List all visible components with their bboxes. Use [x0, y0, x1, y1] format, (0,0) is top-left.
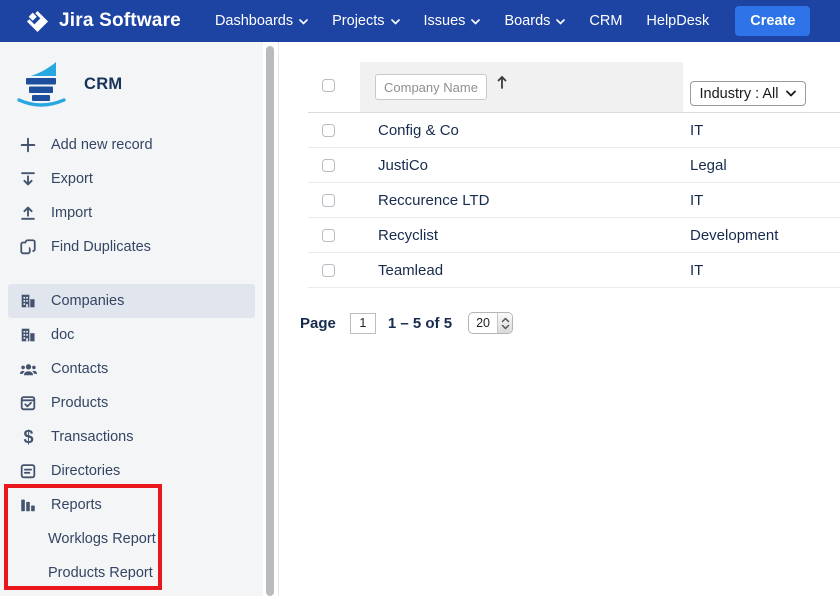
sidebar-item-directories[interactable]: Directories: [8, 454, 255, 488]
company-icon: [18, 325, 38, 345]
duplicates-icon: [18, 237, 38, 257]
chevron-down-icon: [299, 19, 308, 25]
crm-logo-row: CRM: [16, 58, 263, 110]
contacts-icon: [18, 359, 38, 379]
row-checkbox[interactable]: [322, 124, 335, 137]
sidebar-item-transactions[interactable]: $ Transactions: [8, 420, 255, 454]
brand[interactable]: Jira Software: [26, 10, 181, 33]
page-number-input[interactable]: [350, 313, 376, 334]
sidebar-sections: Companies doc Contacts: [0, 284, 263, 590]
pagination-bar: Page 1 – 5 of 5 20: [300, 312, 513, 334]
nav-helpdesk[interactable]: HelpDesk: [634, 7, 721, 35]
row-checkbox[interactable]: [322, 264, 335, 277]
pagination-range-text: 1 – 5 of 5: [388, 315, 452, 332]
nav-issues[interactable]: Issues: [412, 7, 493, 35]
export-icon: [18, 169, 38, 189]
sidebar-item-products[interactable]: Products: [8, 386, 255, 420]
sidebar-item-export[interactable]: Export: [8, 162, 255, 196]
jira-logo-icon: [26, 10, 49, 33]
chevron-down-icon: [556, 19, 565, 25]
sidebar-item-doc[interactable]: doc: [8, 318, 255, 352]
table-row[interactable]: Reccurence LTD IT: [308, 183, 840, 218]
industry-cell: IT: [690, 262, 703, 279]
table-rows: Config & Co IT JustiCo Legal Reccurence …: [308, 112, 840, 288]
sidebar-item-products-report[interactable]: Products Report: [8, 556, 255, 590]
industry-cell: IT: [690, 122, 703, 139]
company-name-cell[interactable]: Config & Co: [378, 122, 459, 139]
nav-boards[interactable]: Boards: [492, 7, 577, 35]
nav-projects[interactable]: Projects: [320, 7, 411, 35]
row-checkbox[interactable]: [322, 159, 335, 172]
sidebar-item-worklogs-report[interactable]: Worklogs Report: [8, 522, 255, 556]
sidebar-item-reports[interactable]: Reports: [8, 488, 255, 522]
page-label: Page: [300, 315, 336, 332]
row-checkbox[interactable]: [322, 229, 335, 242]
sidebar-actions: Add new record Export Import: [0, 128, 263, 264]
sort-ascending-icon[interactable]: [495, 73, 509, 96]
nav-dashboards[interactable]: Dashboards: [203, 7, 320, 35]
crm-funnel-logo-icon: [16, 60, 68, 108]
industry-cell: Legal: [690, 157, 727, 174]
svg-text:$: $: [23, 428, 33, 447]
industry-filter-select[interactable]: Industry : All: [690, 81, 806, 106]
jira-crm-page: Jira Software Dashboards Projects Issues…: [0, 0, 840, 596]
chevron-down-icon: [786, 90, 796, 97]
company-icon: [18, 291, 38, 311]
industry-cell: Development: [690, 227, 778, 244]
company-name-cell[interactable]: Reccurence LTD: [378, 192, 489, 209]
sidebar-item-add-new-record[interactable]: Add new record: [8, 128, 255, 162]
dollar-icon: $: [18, 427, 38, 447]
directories-icon: [18, 461, 38, 481]
nav-crm[interactable]: CRM: [577, 7, 634, 35]
company-name-cell[interactable]: JustiCo: [378, 157, 428, 174]
select-all-checkbox[interactable]: [322, 79, 335, 92]
sidebar-item-import[interactable]: Import: [8, 196, 255, 230]
brand-title: Jira Software: [59, 10, 181, 32]
sidebar-scrollbar-thumb[interactable]: [266, 46, 274, 596]
companies-table: Industry : All Config & Co IT JustiCo Le…: [279, 42, 840, 596]
sidebar-item-find-duplicates[interactable]: Find Duplicates: [8, 230, 255, 264]
plus-icon: [18, 135, 38, 155]
stepper-up-down-icon[interactable]: [497, 313, 512, 333]
chevron-down-icon: [391, 19, 400, 25]
table-row[interactable]: Config & Co IT: [308, 113, 840, 148]
reports-icon: [18, 495, 38, 515]
top-navbar: Jira Software Dashboards Projects Issues…: [0, 0, 840, 42]
table-row[interactable]: Teamlead IT: [308, 253, 840, 288]
nav-menu: Dashboards Projects Issues Boards CRM He…: [203, 7, 721, 35]
company-name-cell[interactable]: Recyclist: [378, 227, 438, 244]
crm-sidebar: CRM Add new record Export: [0, 42, 263, 596]
table-row[interactable]: JustiCo Legal: [308, 148, 840, 183]
row-checkbox[interactable]: [322, 194, 335, 207]
table-row[interactable]: Recyclist Development: [308, 218, 840, 253]
sidebar-item-companies[interactable]: Companies: [8, 284, 255, 318]
company-name-cell[interactable]: Teamlead: [378, 262, 443, 279]
sidebar-app-title: CRM: [84, 75, 122, 94]
industry-cell: IT: [690, 192, 703, 209]
import-icon: [18, 203, 38, 223]
create-button[interactable]: Create: [735, 6, 810, 36]
sidebar-scrollbar-track[interactable]: [263, 42, 279, 596]
company-name-filter-input[interactable]: [375, 74, 487, 100]
chevron-down-icon: [471, 19, 480, 25]
page-size-select[interactable]: 20: [468, 312, 513, 334]
sidebar-item-contacts[interactable]: Contacts: [8, 352, 255, 386]
products-icon: [18, 393, 38, 413]
